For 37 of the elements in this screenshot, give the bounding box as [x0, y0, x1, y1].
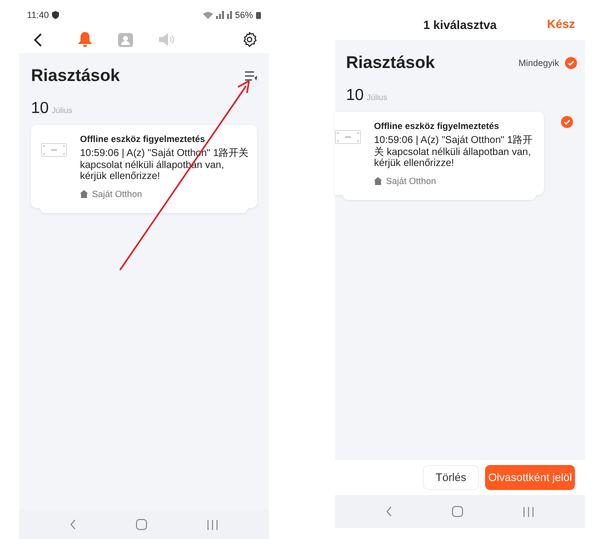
selection-count: 1 kiválasztva — [423, 18, 497, 32]
home-icon — [80, 190, 88, 198]
home-button-icon[interactable] — [136, 519, 147, 530]
recent-apps-icon[interactable] — [207, 520, 218, 530]
page-title: Riasztások — [346, 53, 435, 73]
alert-title: Offline eszköz figyelmeztetés — [374, 121, 500, 131]
page-title: Riasztások — [31, 66, 120, 86]
check-icon[interactable] — [565, 57, 577, 69]
speaker-icon[interactable] — [158, 33, 174, 46]
battery-level: 56% — [234, 10, 253, 20]
status-time: 11:40 — [27, 10, 49, 20]
date-day: 10 — [346, 87, 364, 105]
home-icon — [374, 176, 382, 184]
date-day: 10 — [31, 100, 49, 118]
device-icon — [41, 143, 67, 157]
check-icon[interactable] — [561, 116, 573, 128]
home-button-icon[interactable] — [452, 506, 463, 517]
bell-icon[interactable] — [78, 32, 92, 47]
person-icon[interactable] — [118, 32, 132, 46]
wifi-icon — [202, 11, 213, 19]
delete-button[interactable]: Törlés — [422, 465, 480, 490]
recent-apps-icon[interactable] — [523, 506, 534, 516]
settings-icon[interactable] — [242, 32, 257, 47]
alert-location: Saját Otthon — [92, 188, 142, 198]
device-icon — [335, 130, 361, 144]
date-month: Július — [52, 106, 72, 115]
signal-icon — [216, 11, 232, 19]
select-all-label[interactable]: Mindegyik — [518, 58, 559, 68]
back-icon[interactable] — [33, 32, 42, 46]
date-month: Július — [366, 93, 388, 102]
filter-list-icon[interactable] — [245, 71, 257, 81]
alert-location: Saját Otthon — [386, 176, 436, 186]
alert-message: 10:59:06 | A(z) "Saját Otthon" 1路开关 kapcsolat nélküli állapotban van, kérjük ellenőrizze! — [374, 135, 534, 170]
alert-title: Offline eszköz figyelmeztetés — [80, 134, 206, 144]
shield-icon — [52, 11, 59, 19]
battery-icon — [256, 11, 261, 19]
alert-card[interactable]: Offline eszköz figyelmeztetés 10:59:06 | A(z) "Saját Otthon" 1路开关 kapcsolat nélküli állapotban van, kérjük ellenőrizze! Saját Otthon — [335, 112, 544, 194]
